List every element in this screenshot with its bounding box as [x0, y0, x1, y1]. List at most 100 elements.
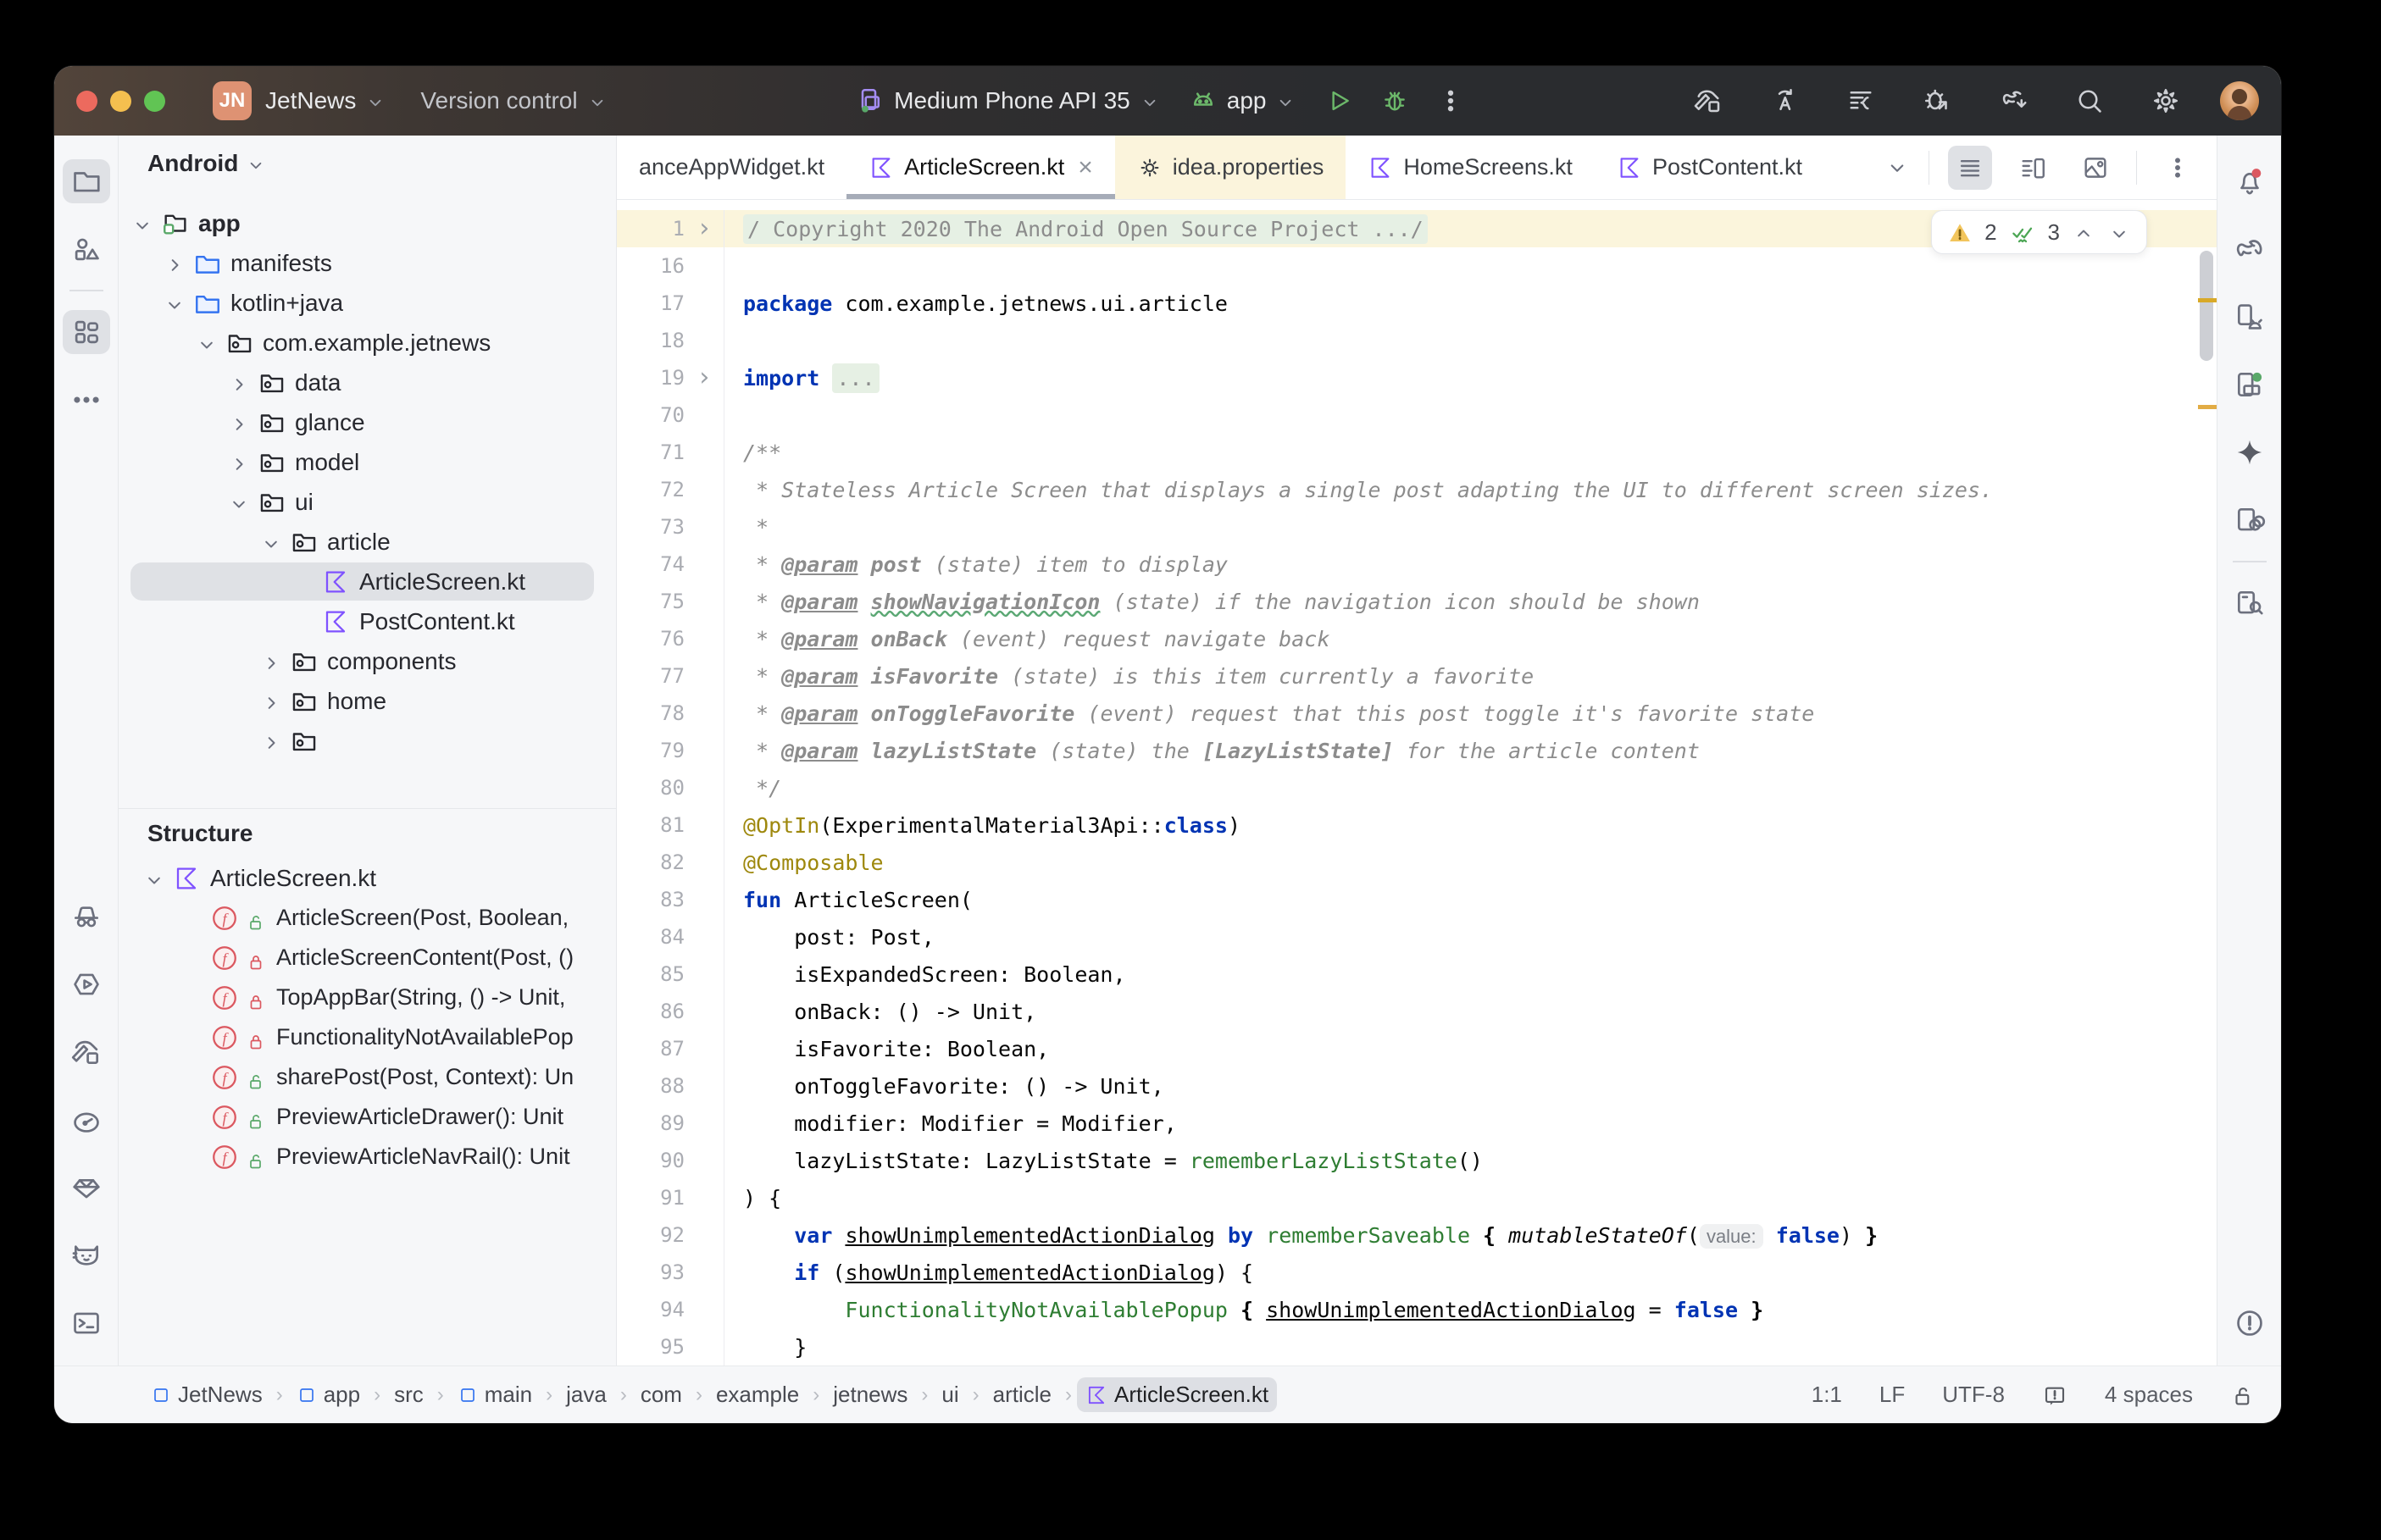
editor-scrollbar[interactable] — [2200, 251, 2213, 361]
gradle-sync-button[interactable] — [1991, 79, 2035, 123]
code-line-85[interactable]: 85 isExpandedScreen: Boolean, — [617, 956, 2217, 993]
tree-row-article[interactable]: article — [119, 522, 616, 562]
code-line-80[interactable]: 80 */ — [617, 769, 2217, 806]
run-button[interactable] — [1317, 79, 1361, 123]
code-line-87[interactable]: 87 isFavorite: Boolean, — [617, 1030, 2217, 1067]
minimize-window-button[interactable] — [110, 90, 131, 112]
close-window-button[interactable] — [76, 90, 97, 112]
code-line-88[interactable]: 88 onToggleFavorite: () -> Unit, — [617, 1067, 2217, 1105]
zoom-window-button[interactable] — [144, 90, 165, 112]
structure-item[interactable]: f FunctionalityNotAvailablePop — [119, 1017, 616, 1057]
code-line-89[interactable]: 89 modifier: Modifier = Modifier, — [617, 1105, 2217, 1142]
structure-item[interactable]: f PreviewArticleNavRail(): Unit — [119, 1137, 616, 1177]
code-line-79[interactable]: 79 * @param lazyListState (state) the [L… — [617, 732, 2217, 769]
breadcrumb-item-JetNews[interactable]: JetNews — [142, 1377, 271, 1412]
problems-tool-button[interactable] — [2226, 1301, 2273, 1345]
terminal-tool-button[interactable] — [63, 1301, 110, 1345]
tree-row-com.example.jetnews[interactable]: com.example.jetnews — [119, 323, 616, 363]
more-horizontal-tool-button[interactable] — [63, 378, 110, 422]
code-line-76[interactable]: 76 * @param onBack (event) request navig… — [617, 620, 2217, 657]
build-hammer-button[interactable] — [1686, 79, 1730, 123]
file-encoding[interactable]: UTF-8 — [1942, 1382, 2005, 1408]
code-line-70[interactable]: 70 — [617, 396, 2217, 434]
tree-row-app[interactable]: app — [119, 203, 616, 243]
vcs-menu[interactable]: Version control — [420, 87, 608, 114]
tree-row-model[interactable]: model — [119, 442, 616, 482]
attach-debugger-button[interactable] — [1915, 79, 1959, 123]
close-tab-icon[interactable]: × — [1078, 153, 1093, 182]
structure-item[interactable]: f ArticleScreen(Post, Boolean, — [119, 898, 616, 938]
logcat-cat-tool-button[interactable] — [63, 1233, 110, 1277]
structure-item[interactable]: f PreviewArticleDrawer(): Unit — [119, 1097, 616, 1137]
design-view-button[interactable] — [2073, 146, 2117, 190]
gradle-elephant-tool-button[interactable] — [2226, 227, 2273, 271]
device-explorer-tool-button[interactable] — [2226, 581, 2273, 625]
tree-row-manifests[interactable]: manifests — [119, 243, 616, 283]
profiler-gauge-tool-button[interactable] — [63, 1098, 110, 1142]
tab-list-dropdown[interactable] — [1884, 154, 1910, 181]
more-actions-button[interactable] — [1429, 79, 1473, 123]
sync-translate-button[interactable] — [1762, 79, 1807, 123]
editor-tab-ArticleScreen.kt[interactable]: ArticleScreen.kt × — [846, 136, 1115, 199]
breadcrumb-item-ArticleScreen.kt[interactable]: ArticleScreen.kt — [1077, 1377, 1278, 1412]
structure-tool-button[interactable] — [62, 310, 110, 354]
build-hammer-tool-button[interactable] — [63, 1030, 110, 1074]
gemini-sparkle-tool-button[interactable] — [2226, 430, 2273, 474]
editor-tab-HomeScreens.kt[interactable]: HomeScreens.kt — [1346, 136, 1595, 199]
code-line-72[interactable]: 72 * Stateless Article Screen that displ… — [617, 471, 2217, 508]
code-line-93[interactable]: 93 if (showUnimplementedActionDialog) { — [617, 1254, 2217, 1291]
code-line-17[interactable]: 17 package com.example.jetnews.ui.article — [617, 285, 2217, 322]
tree-row-ui[interactable]: ui — [119, 482, 616, 522]
code-line-73[interactable]: 73 * — [617, 508, 2217, 546]
breadcrumb-item-src[interactable]: src — [386, 1377, 432, 1412]
code-line-95[interactable]: 95 } — [617, 1328, 2217, 1366]
line-ending[interactable]: LF — [1879, 1382, 1905, 1408]
code-editor[interactable]: 1 › / Copyright 2020 The Android Open Sour… — [617, 200, 2217, 1366]
code-line-92[interactable]: 92 var showUnimplementedActionDialog by … — [617, 1216, 2217, 1254]
structure-item[interactable]: f sharePost(Post, Context): Un — [119, 1057, 616, 1097]
tree-row-components[interactable]: components — [119, 641, 616, 681]
code-line-86[interactable]: 86 onBack: () -> Unit, — [617, 993, 2217, 1030]
profile-lines-button[interactable] — [1839, 79, 1883, 123]
code-line-74[interactable]: 74 * @param post (state) item to display — [617, 546, 2217, 583]
project-view-selector[interactable]: Android — [119, 136, 616, 191]
project-folder-tool-button[interactable] — [62, 159, 110, 203]
editor-tab-idea.properties[interactable]: idea.properties — [1114, 136, 1346, 199]
run-hexagon-tool-button[interactable] — [63, 962, 110, 1006]
fold-marker-icon[interactable]: › — [685, 359, 724, 396]
run-config-selector[interactable]: app — [1188, 86, 1297, 116]
structure-item[interactable]: f ArticleScreenContent(Post, () — [119, 938, 616, 978]
code-line-83[interactable]: 83 fun ArticleScreen( — [617, 881, 2217, 918]
breadcrumb-item-ui[interactable]: ui — [933, 1377, 967, 1412]
tree-row-PostContent.kt[interactable]: PostContent.kt — [119, 601, 616, 641]
editor-tab-PostContent.kt[interactable]: PostContent.kt — [1595, 136, 1824, 199]
code-line-19[interactable]: 19 › import ... — [617, 359, 2217, 396]
debug-button[interactable] — [1373, 79, 1417, 123]
device-mirroring-tool-button[interactable] — [2226, 498, 2273, 542]
fold-marker-icon[interactable]: › — [685, 210, 724, 247]
code-line-91[interactable]: 91) { — [617, 1179, 2217, 1216]
breadcrumb-item-main[interactable]: main — [449, 1377, 541, 1412]
code-line-81[interactable]: 81 @OptIn(ExperimentalMaterial3Api::class… — [617, 806, 2217, 844]
running-devices-tool-button[interactable] — [2226, 363, 2273, 407]
file-writable-button[interactable] — [2230, 1381, 2256, 1408]
structure-panel-header[interactable]: Structure — [119, 809, 616, 858]
settings-gear-button[interactable] — [2144, 79, 2188, 123]
code-line-75[interactable]: 75 * @param showNavigationIcon (state) i… — [617, 583, 2217, 620]
tree-row-partial[interactable] — [119, 721, 616, 761]
warning-stripe-mark[interactable] — [2198, 298, 2217, 302]
project-menu[interactable]: JetNews — [265, 87, 386, 114]
resource-manager-tool-button[interactable] — [63, 227, 110, 271]
notifications-bell-tool-button[interactable] — [2226, 159, 2273, 203]
code-line-77[interactable]: 77 * @param isFavorite (state) is this i… — [617, 657, 2217, 695]
breadcrumb-item-jetnews[interactable]: jetnews — [824, 1377, 916, 1412]
tree-row-home[interactable]: home — [119, 681, 616, 721]
inspections-widget[interactable]: 2 3 — [1931, 210, 2147, 254]
user-avatar[interactable] — [2220, 81, 2259, 120]
breadcrumb-item-app[interactable]: app — [288, 1377, 369, 1412]
code-line-90[interactable]: 90 lazyListState: LazyListState = rememb… — [617, 1142, 2217, 1179]
code-line-78[interactable]: 78 * @param onToggleFavorite (event) req… — [617, 695, 2217, 732]
device-manager-tool-button[interactable] — [2226, 295, 2273, 339]
structure-item[interactable]: f TopAppBar(String, () -> Unit, — [119, 978, 616, 1017]
search-button[interactable] — [2067, 79, 2112, 123]
